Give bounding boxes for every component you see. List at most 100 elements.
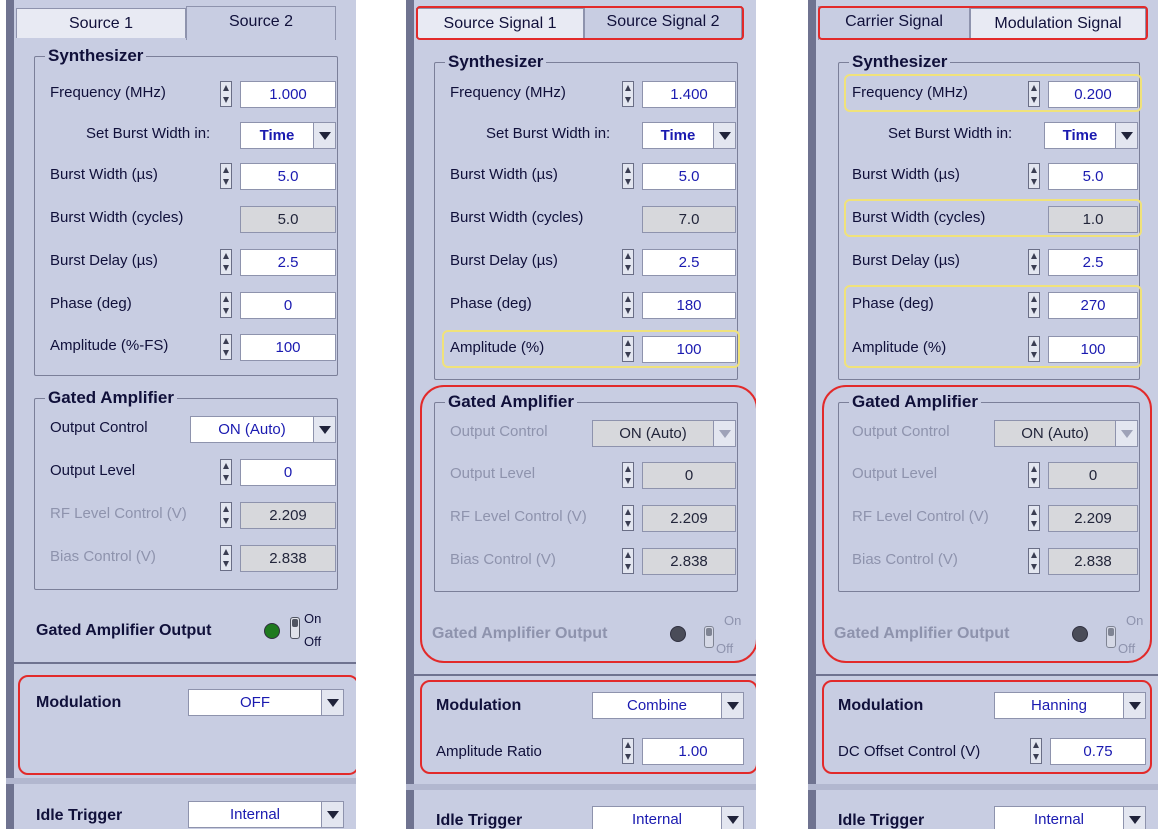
burst-width-unit-row: Set Burst Width in: Time xyxy=(450,120,740,150)
burst-cycles-row: Burst Width (cycles) 7.0 xyxy=(450,204,740,234)
bias-control-input: 2.838 xyxy=(240,545,336,572)
section-divider xyxy=(6,662,356,664)
output-level-label: Output Level xyxy=(50,462,136,479)
chevron-down-icon xyxy=(321,802,343,827)
phase-input[interactable]: 180 xyxy=(642,292,736,319)
select-value: Time xyxy=(660,127,696,144)
tab-bar: Source 1 Source 2 xyxy=(16,6,336,42)
idle-trigger-label: Idle Trigger xyxy=(36,807,123,824)
tab-highlight xyxy=(416,6,744,40)
burst-delay-spinner[interactable] xyxy=(220,249,232,275)
tab-source-2[interactable]: Source 2 xyxy=(186,6,336,40)
burst-delay-input[interactable]: 2.5 xyxy=(240,249,336,276)
amplitude-spinner[interactable] xyxy=(220,334,232,360)
bias-control-row: Bias Control (V) 2.838 xyxy=(50,543,340,573)
idle-trigger-label: Idle Trigger xyxy=(838,812,925,829)
burst-width-label: Burst Width (µs) xyxy=(50,166,158,183)
burst-width-spinner[interactable] xyxy=(1028,163,1040,189)
amplitude-label: Amplitude (%-FS) xyxy=(50,337,169,354)
output-toggle-switch[interactable] xyxy=(290,617,300,639)
phase-label: Phase (deg) xyxy=(450,295,532,312)
frequency-highlight xyxy=(844,74,1142,112)
chevron-down-icon xyxy=(713,123,735,148)
burst-width-input[interactable]: 5.0 xyxy=(642,163,736,190)
bias-control-spinner xyxy=(220,545,232,571)
chevron-down-icon xyxy=(313,123,335,148)
tab-source-1[interactable]: Source 1 xyxy=(16,8,186,38)
burst-delay-row: Burst Delay (µs) 2.5 xyxy=(852,247,1142,277)
burst-width-unit-select[interactable]: Time xyxy=(642,122,736,149)
chevron-down-icon xyxy=(721,807,743,829)
burst-delay-spinner[interactable] xyxy=(622,249,634,275)
amplitude-highlight xyxy=(442,330,740,368)
phase-amplitude-highlight xyxy=(844,285,1142,368)
toggle-on-label: On xyxy=(304,611,322,626)
frequency-input[interactable]: 1.400 xyxy=(642,81,736,108)
burst-delay-label: Burst Delay (µs) xyxy=(50,252,158,269)
burst-width-input[interactable]: 5.0 xyxy=(240,163,336,190)
output-level-spinner[interactable] xyxy=(220,459,232,485)
section-separator xyxy=(406,784,756,790)
frequency-row: Frequency (MHz) 1.000 xyxy=(50,79,340,109)
source-panel-3: Carrier Signal Modulation Signal Synthes… xyxy=(808,0,1158,829)
burst-width-unit-select[interactable]: Time xyxy=(1044,122,1138,149)
output-control-select[interactable]: ON (Auto) xyxy=(190,416,336,443)
burst-width-spinner[interactable] xyxy=(220,163,232,189)
frequency-spinner[interactable] xyxy=(220,81,232,107)
tab-highlight xyxy=(818,6,1148,40)
section-divider xyxy=(808,674,1158,676)
frequency-row: Frequency (MHz) 1.400 xyxy=(450,79,740,109)
synthesizer-title: Synthesizer xyxy=(445,52,547,72)
phase-row: Phase (deg) 180 xyxy=(450,290,740,320)
idle-trigger-select[interactable]: Internal xyxy=(188,801,344,828)
frequency-label: Frequency (MHz) xyxy=(450,84,566,101)
burst-cycles-display: 5.0 xyxy=(240,206,336,233)
phase-spinner[interactable] xyxy=(622,292,634,318)
burst-width-unit-label: Set Burst Width in: xyxy=(888,125,1013,142)
output-level-input[interactable]: 0 xyxy=(240,459,336,486)
tab-label: Source 1 xyxy=(68,15,134,32)
idle-trigger-select[interactable]: Internal xyxy=(592,806,744,829)
rf-level-label: RF Level Control (V) xyxy=(50,505,187,522)
modulation-highlight xyxy=(18,675,356,775)
burst-width-spinner[interactable] xyxy=(622,163,634,189)
chevron-down-icon xyxy=(1115,123,1137,148)
burst-delay-input[interactable]: 2.5 xyxy=(642,249,736,276)
idle-trigger-select[interactable]: Internal xyxy=(994,806,1146,829)
burst-cycles-row: Burst Width (cycles) 5.0 xyxy=(50,204,340,234)
burst-width-unit-select[interactable]: Time xyxy=(240,122,336,149)
output-control-label: Output Control xyxy=(50,419,148,436)
rf-level-row: RF Level Control (V) 2.209 xyxy=(50,500,340,530)
select-value: Internal xyxy=(229,806,281,823)
burst-width-unit-row: Set Burst Width in: Time xyxy=(852,120,1142,150)
source-panel-1: Source 1 Source 2 Synthesizer Frequency … xyxy=(6,0,356,829)
amplitude-row: Amplitude (%-FS) 100 xyxy=(50,332,340,362)
rf-level-input: 2.209 xyxy=(240,502,336,529)
burst-delay-spinner[interactable] xyxy=(1028,249,1040,275)
select-value: Time xyxy=(1062,127,1098,144)
burst-delay-row: Burst Delay (µs) 2.5 xyxy=(450,247,740,277)
burst-delay-input[interactable]: 2.5 xyxy=(1048,249,1138,276)
burst-width-unit-label: Set Burst Width in: xyxy=(86,125,211,142)
burst-width-row: Burst Width (µs) 5.0 xyxy=(852,161,1142,191)
frequency-spinner[interactable] xyxy=(622,81,634,107)
select-value: Time xyxy=(259,127,295,144)
burst-cycles-label: Burst Width (cycles) xyxy=(450,209,584,226)
amplitude-input[interactable]: 100 xyxy=(240,334,336,361)
select-value: Internal xyxy=(1033,811,1085,828)
burst-width-row: Burst Width (µs) 5.0 xyxy=(450,161,740,191)
burst-width-input[interactable]: 5.0 xyxy=(1048,163,1138,190)
burst-delay-label: Burst Delay (µs) xyxy=(852,252,960,269)
phase-row: Phase (deg) 0 xyxy=(50,290,340,320)
select-value: ON (Auto) xyxy=(218,421,286,438)
frequency-label: Frequency (MHz) xyxy=(50,84,166,101)
synthesizer-title: Synthesizer xyxy=(849,52,951,72)
chevron-down-icon xyxy=(1123,807,1145,829)
burst-width-unit-row: Set Burst Width in: Time xyxy=(50,120,340,150)
burst-width-label: Burst Width (µs) xyxy=(450,166,558,183)
burst-cycles-label: Burst Width (cycles) xyxy=(50,209,184,226)
phase-spinner[interactable] xyxy=(220,292,232,318)
frequency-input[interactable]: 1.000 xyxy=(240,81,336,108)
phase-input[interactable]: 0 xyxy=(240,292,336,319)
chevron-down-icon xyxy=(313,417,335,442)
